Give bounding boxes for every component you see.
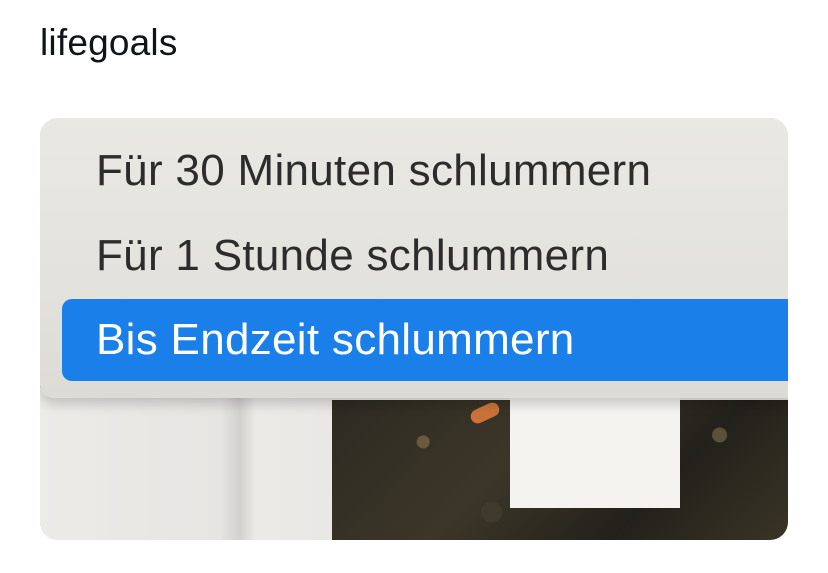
menu-item-snooze-1-hour[interactable]: Für 1 Stunde schlummern	[96, 221, 609, 291]
background-window	[510, 388, 680, 508]
menu-item-snooze-until-end[interactable]: Bis Endzeit schlummern	[96, 305, 575, 375]
snooze-menu: Für 30 Minuten schlummern Für 1 Stunde s…	[40, 118, 788, 398]
attached-photo[interactable]: Für 30 Minuten schlummern Für 1 Stunde s…	[40, 118, 788, 540]
menu-item-snooze-30-minutes[interactable]: Für 30 Minuten schlummern	[96, 136, 651, 206]
post-text: lifegoals	[40, 22, 178, 63]
